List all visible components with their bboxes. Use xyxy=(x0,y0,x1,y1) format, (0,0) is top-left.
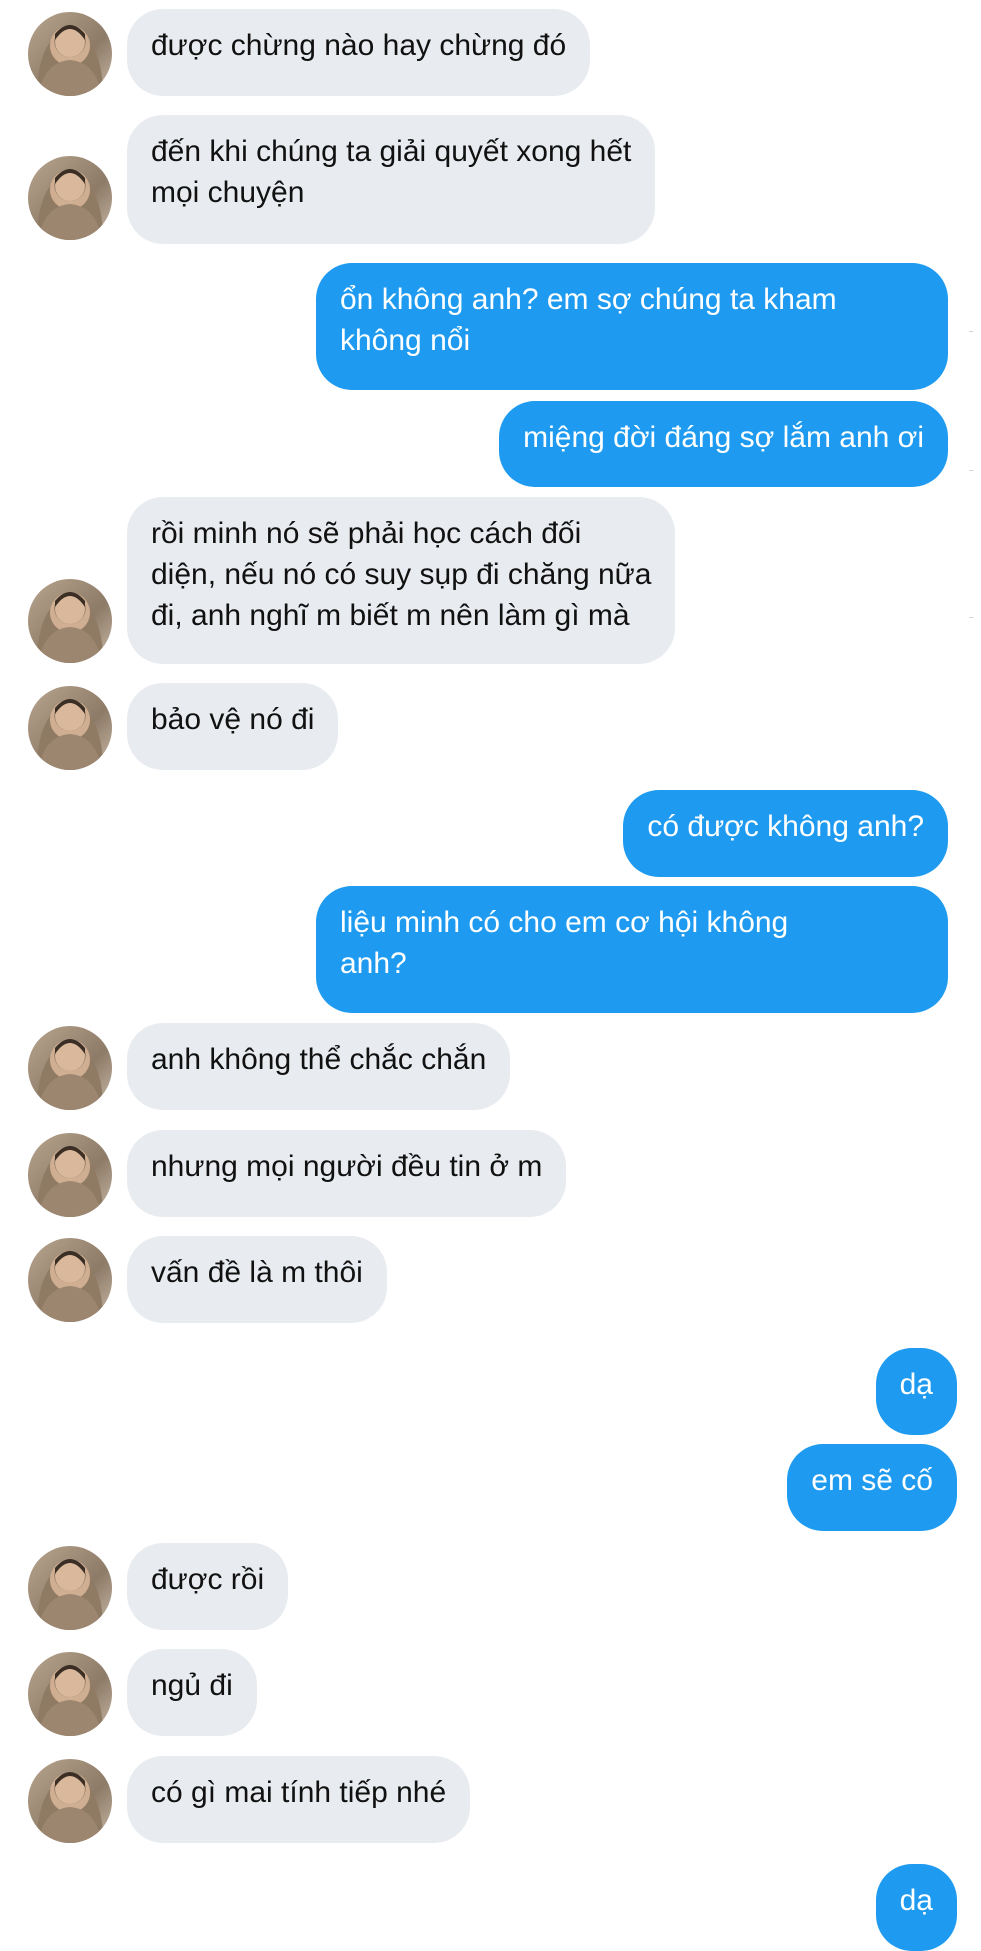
contact-avatar-icon[interactable] xyxy=(28,1133,112,1217)
incoming-message[interactable]: ngủ đi xyxy=(127,1649,257,1736)
contact-avatar-icon[interactable] xyxy=(28,686,112,770)
outgoing-message[interactable]: ổn không anh? em sợ chúng ta kham không … xyxy=(316,263,948,390)
incoming-message[interactable]: vấn đề là m thôi xyxy=(127,1236,387,1323)
contact-avatar-icon[interactable] xyxy=(28,1026,112,1110)
read-marker xyxy=(969,617,973,618)
incoming-message[interactable]: đến khi chúng ta giải quyết xong hết mọi… xyxy=(127,115,656,244)
contact-avatar-icon[interactable] xyxy=(28,579,112,663)
contact-avatar-icon[interactable] xyxy=(28,12,112,96)
incoming-message[interactable]: nhưng mọi người đều tin ở m xyxy=(127,1130,567,1217)
outgoing-message[interactable]: liệu minh có cho em cơ hội không anh? xyxy=(316,886,948,1013)
outgoing-message[interactable]: có được không anh? xyxy=(623,790,948,877)
incoming-message[interactable]: anh không thể chắc chắn xyxy=(127,1023,511,1110)
incoming-message[interactable]: có gì mai tính tiếp nhé xyxy=(127,1756,471,1843)
read-marker xyxy=(969,470,973,471)
outgoing-message[interactable]: em sẽ cố xyxy=(787,1444,957,1531)
contact-avatar-icon[interactable] xyxy=(28,1759,112,1843)
contact-avatar-icon[interactable] xyxy=(28,156,112,240)
contact-avatar-icon[interactable] xyxy=(28,1652,112,1736)
contact-avatar-icon[interactable] xyxy=(28,1238,112,1322)
read-marker xyxy=(969,331,973,332)
outgoing-message[interactable]: dạ xyxy=(875,1348,957,1435)
incoming-message[interactable]: rồi minh nó sẽ phải học cách đối diện, n… xyxy=(127,497,676,664)
incoming-message[interactable]: bảo vệ nó đi xyxy=(127,683,339,770)
incoming-message[interactable]: được rồi xyxy=(127,1543,289,1630)
outgoing-message[interactable]: miệng đời đáng sợ lắm anh ơi xyxy=(499,401,948,487)
contact-avatar-icon[interactable] xyxy=(28,1546,112,1630)
incoming-message[interactable]: được chừng nào hay chừng đó xyxy=(127,9,591,96)
outgoing-message[interactable]: dạ xyxy=(875,1864,957,1951)
